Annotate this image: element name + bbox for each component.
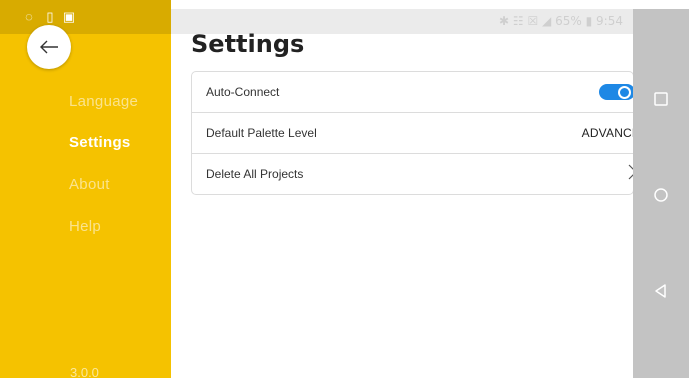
battery-icon: ▮ [585, 14, 593, 28]
clock: 9:54 [596, 14, 623, 28]
wifi-icon: ☷ [512, 14, 524, 28]
delete-all-projects-row[interactable]: Delete All Projects [192, 154, 637, 195]
auto-connect-label: Auto-Connect [206, 85, 280, 99]
back-button[interactable] [27, 25, 71, 69]
back-nav-icon[interactable] [652, 282, 670, 300]
sidebar-item-settings[interactable]: Settings [69, 134, 131, 151]
page-title: Settings [191, 30, 305, 58]
mute-icon: ☒ [527, 14, 539, 28]
home-icon[interactable] [652, 186, 670, 204]
bluetooth-icon: ✱ [498, 14, 510, 28]
auto-connect-toggle[interactable] [599, 84, 635, 100]
download-icon: ▣ [62, 9, 76, 24]
arrow-left-icon [40, 40, 58, 54]
signal-icon: ◢ [542, 14, 552, 28]
notification-icon: ◌ [25, 9, 33, 24]
sidebar-item-language[interactable]: Language [69, 93, 138, 110]
system-nav-bar [633, 9, 689, 378]
phone-icon: ▯ [46, 9, 54, 24]
status-bar-left: ◌ ▯ ▣ [0, 0, 171, 34]
default-palette-level-label: Default Palette Level [206, 126, 317, 140]
delete-all-projects-label: Delete All Projects [206, 167, 304, 181]
sidebar: ◌ ▯ ▣ Language Settings About Help 3.0.0 [0, 0, 171, 380]
default-palette-level-row[interactable]: Default Palette Level ADVANCED [192, 113, 649, 154]
sidebar-item-about[interactable]: About [69, 176, 110, 193]
toggle-knob [618, 86, 631, 99]
sidebar-item-help[interactable]: Help [69, 218, 101, 235]
auto-connect-row[interactable]: Auto-Connect [192, 72, 635, 113]
recent-apps-icon[interactable] [652, 90, 670, 108]
status-icons: ✱ ☷ ☒ ◢ 65% ▮ 9:54 [499, 14, 623, 28]
battery-level: 65% [555, 14, 582, 28]
settings-list: Auto-Connect Default Palette Level ADVAN… [191, 71, 649, 195]
